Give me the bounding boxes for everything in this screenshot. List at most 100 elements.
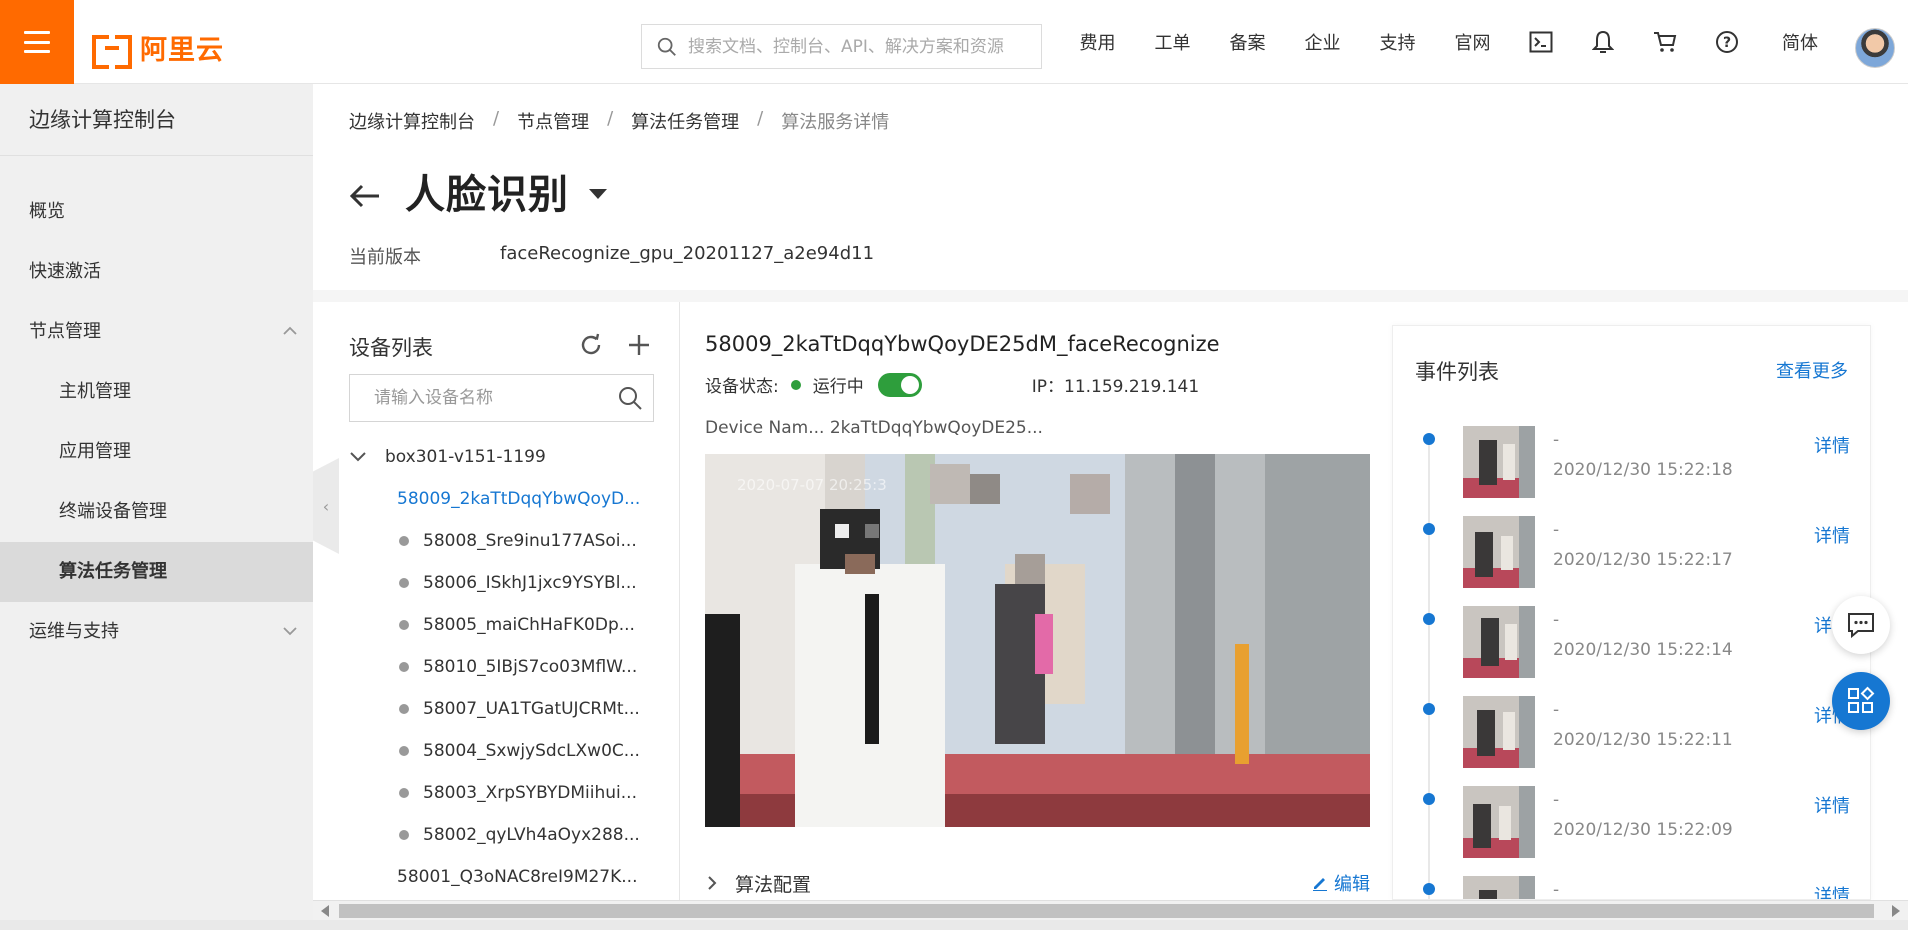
event-item: - 2020/12/30 15:22:18 详情 — [1393, 426, 1870, 516]
device-item-label: 58008_Sre9inu177ASoi... — [423, 531, 637, 551]
event-detail-link[interactable]: 详情 — [1814, 792, 1850, 818]
chat-button[interactable] — [1832, 596, 1890, 654]
title-row: 人脸识别 — [349, 162, 607, 220]
nav-tickets[interactable]: 工单 — [1135, 29, 1210, 55]
device-item[interactable]: 58006_ISkhJ1jxc9YSYBl... — [349, 562, 669, 604]
event-thumbnail[interactable] — [1463, 786, 1535, 858]
video-preview[interactable]: 2020-07-07 20:25:3 — [705, 454, 1370, 827]
nav-icp[interactable]: 备案 — [1210, 29, 1285, 55]
device-tree: box301-v151-1199 58009_2kaTtDqqYbwQoyD..… — [349, 436, 669, 898]
device-status-toggle[interactable] — [877, 372, 922, 397]
camera-frame-image: 2020-07-07 20:25:3 — [705, 454, 1370, 827]
menu-button[interactable] — [0, 0, 74, 84]
nav-support[interactable]: 支持 — [1360, 29, 1435, 55]
device-item[interactable]: 58008_Sre9inu177ASoi... — [349, 520, 669, 562]
device-item-label: 58006_ISkhJ1jxc9YSYBl... — [423, 573, 637, 593]
edit-button[interactable]: 编辑 — [1312, 870, 1370, 896]
nav-enterprise[interactable]: 企业 — [1285, 29, 1360, 55]
event-thumbnail[interactable] — [1463, 606, 1535, 678]
device-item[interactable]: 58002_qyLVh4aOyx288... — [349, 814, 669, 856]
global-search-input[interactable] — [688, 36, 1041, 57]
device-item[interactable]: 58007_UA1TGatUJCRMt... — [349, 688, 669, 730]
aliyun-logo[interactable]: 阿里云 — [92, 28, 224, 69]
event-text: - — [1553, 610, 1560, 630]
terminal-icon[interactable] — [1510, 0, 1572, 84]
breadcrumb-node-management[interactable]: 节点管理 — [517, 108, 589, 134]
event-thumbnail[interactable] — [1463, 696, 1535, 768]
brand-name: 阿里云 — [140, 35, 224, 66]
event-thumbnail[interactable] — [1463, 516, 1535, 588]
language-switch[interactable]: 简体 — [1758, 29, 1842, 55]
bell-icon[interactable] — [1572, 0, 1634, 84]
avatar[interactable] — [1855, 28, 1895, 68]
device-item[interactable]: 58001_Q3oNAC8reI9M27K... — [349, 856, 669, 898]
sidebar-item-host-management[interactable]: 主机管理 — [0, 362, 313, 422]
event-time: 2020/12/30 15:22:14 — [1553, 640, 1733, 660]
sidebar-item-node-management[interactable]: 节点管理 — [0, 302, 313, 362]
global-search[interactable] — [641, 24, 1042, 69]
add-icon[interactable] — [626, 332, 652, 358]
algorithm-config-row[interactable]: 算法配置 编辑 — [705, 868, 1370, 898]
refresh-icon[interactable] — [578, 332, 604, 358]
sidebar-item-label: 节点管理 — [29, 321, 101, 342]
cart-icon[interactable] — [1634, 0, 1696, 84]
apps-icon — [1848, 686, 1875, 713]
breadcrumb-current: 算法服务详情 — [781, 112, 890, 133]
device-search-input[interactable] — [374, 388, 617, 408]
status-dot-offline — [399, 578, 409, 588]
sidebar-item-algorithm-tasks[interactable]: 算法任务管理 — [0, 542, 313, 602]
event-item: - 2020/12/30 15:22:09 详情 — [1393, 786, 1870, 876]
status-dot-offline — [399, 830, 409, 840]
aliyun-logo-icon — [92, 34, 132, 69]
event-thumbnail[interactable] — [1463, 426, 1535, 498]
device-tree-root[interactable]: box301-v151-1199 — [349, 436, 669, 478]
chevron-down-icon — [350, 452, 366, 462]
event-thumbnail[interactable] — [1463, 876, 1535, 899]
nav-fees[interactable]: 费用 — [1060, 29, 1135, 55]
scrollbar-thumb[interactable] — [339, 904, 1874, 918]
scroll-right-icon[interactable] — [1892, 905, 1900, 917]
status-dot-offline — [399, 704, 409, 714]
breadcrumb: 边缘计算控制台 / 节点管理 / 算法任务管理 / 算法服务详情 — [349, 108, 889, 134]
section-divider — [313, 290, 1908, 302]
status-dot-offline — [399, 662, 409, 672]
device-item-selected[interactable]: 58009_2kaTtDqqYbwQoyD... — [349, 478, 669, 520]
device-item[interactable]: 58004_SxwjySdcLXw0C... — [349, 730, 669, 772]
device-item[interactable]: 58003_XrpSYBYDMiihui... — [349, 772, 669, 814]
horizontal-scrollbar[interactable] — [313, 900, 1908, 920]
event-list-panel: 事件列表 查看更多 - 2020/12/30 15:22:18 详情 - 202… — [1392, 325, 1871, 900]
window-bottom-edge — [0, 920, 1908, 930]
event-item: - 2020/12/30 15:22:14 详情 — [1393, 606, 1870, 696]
sidebar-item-label: 运维与支持 — [29, 621, 119, 642]
event-item: - 2020/12/30 15:22:17 详情 — [1393, 516, 1870, 606]
timeline-dot — [1423, 883, 1435, 895]
edit-icon — [1313, 878, 1327, 891]
chevron-up-icon — [283, 326, 297, 335]
title-dropdown-icon[interactable] — [589, 189, 607, 199]
back-arrow-icon[interactable] — [349, 181, 381, 211]
breadcrumb-algorithm-tasks[interactable]: 算法任务管理 — [631, 108, 739, 134]
event-detail-link[interactable]: 详情 — [1814, 432, 1850, 458]
status-dot-offline — [399, 788, 409, 798]
timeline-dot — [1423, 523, 1435, 535]
chat-icon — [1848, 613, 1874, 639]
device-full-name: 58009_2kaTtDqqYbwQoyDE25dM_faceRecognize — [705, 332, 1220, 356]
event-detail-link[interactable]: 详情 — [1814, 882, 1850, 899]
sidebar-item-terminal-devices[interactable]: 终端设备管理 — [0, 482, 313, 542]
view-more-link[interactable]: 查看更多 — [1776, 357, 1848, 383]
sidebar-item-overview[interactable]: 概览 — [0, 182, 313, 242]
sidebar-item-ops-support[interactable]: 运维与支持 — [0, 602, 313, 662]
sidebar-item-app-management[interactable]: 应用管理 — [0, 422, 313, 482]
scroll-left-icon[interactable] — [321, 905, 329, 917]
search-icon[interactable] — [617, 385, 643, 411]
device-item[interactable]: 58005_maiChHaFK0Dp... — [349, 604, 669, 646]
help-icon[interactable]: ? — [1696, 0, 1758, 84]
sidebar-item-quick-activate[interactable]: 快速激活 — [0, 242, 313, 302]
device-item[interactable]: 58010_5IBjS7co03MflW... — [349, 646, 669, 688]
apps-button[interactable] — [1832, 672, 1890, 730]
algorithm-config-label: 算法配置 — [735, 873, 812, 896]
event-detail-link[interactable]: 详情 — [1814, 522, 1850, 548]
breadcrumb-console[interactable]: 边缘计算控制台 — [349, 108, 475, 134]
device-search[interactable] — [349, 374, 654, 422]
nav-official-site[interactable]: 官网 — [1435, 29, 1510, 55]
